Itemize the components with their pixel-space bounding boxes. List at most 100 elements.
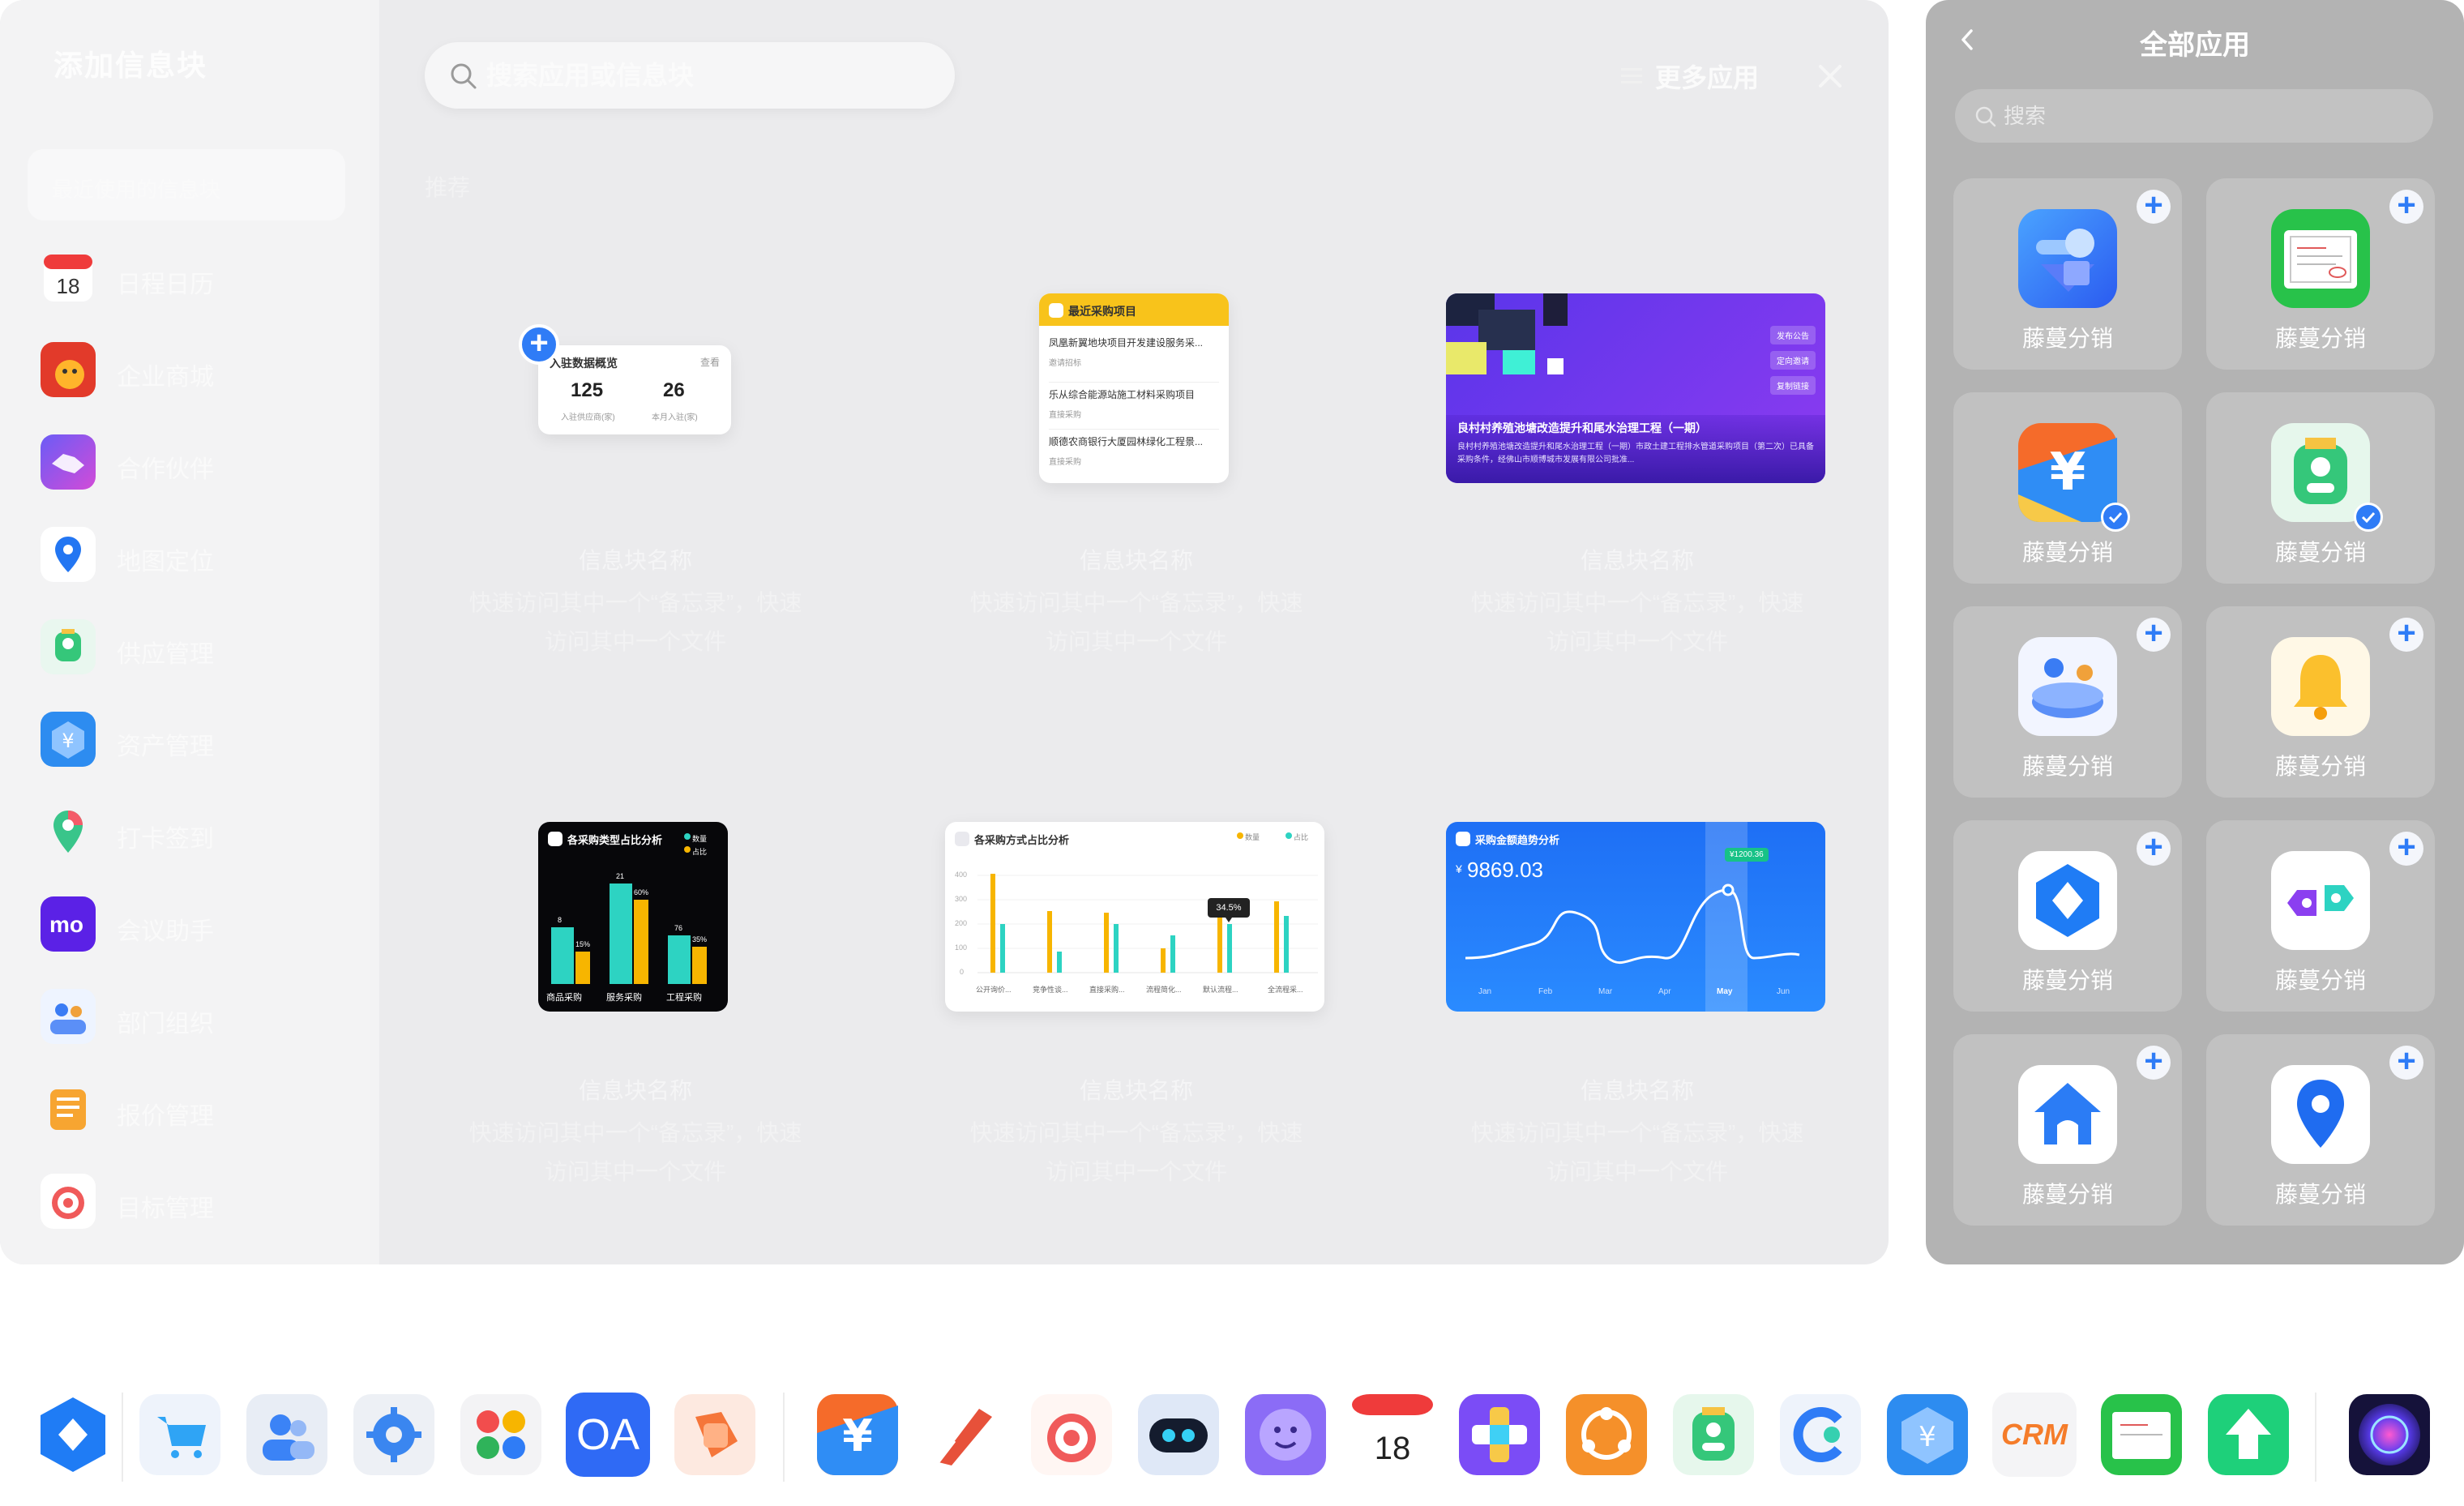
add-widget-panel: 添加信息块 最近使用的信息块 18 日程日历 企业商城 合作伙伴 地图定位 供应… xyxy=(0,0,1889,1264)
settings-gear-icon[interactable] xyxy=(352,1393,436,1477)
share-icon[interactable] xyxy=(1564,1393,1649,1477)
sidebar-item-supplier[interactable]: 供应管理 xyxy=(39,614,363,679)
app-tile[interactable]: 藤蔓分销 + xyxy=(1953,820,2182,1012)
dock-separator xyxy=(122,1393,123,1482)
widget-title: 最近采购项目 xyxy=(1068,305,1136,318)
app-tile[interactable]: 藤蔓分销 + xyxy=(2206,820,2435,1012)
sidebar-item-mall[interactable]: 企业商城 xyxy=(39,337,363,402)
list-item[interactable]: 乐从综合能源站施工材料采购项目 直接采购 xyxy=(1049,383,1219,430)
sidebar-item-asset[interactable]: ¥ 资产管理 xyxy=(39,707,363,772)
yuan-app-icon[interactable]: ¥ xyxy=(815,1393,900,1477)
widget-project-banner[interactable]: 发布公告 定向邀请 复制链接 良村村养殖池塘改造提升和尾水治理工程（一期） 良村… xyxy=(1446,293,1825,483)
home-app-icon xyxy=(2018,1065,2117,1164)
apps-search-input[interactable] xyxy=(2004,101,2409,131)
cart-icon[interactable] xyxy=(138,1393,222,1477)
puzzle-icon[interactable] xyxy=(1457,1393,1542,1477)
add-widget-button[interactable]: + xyxy=(519,324,559,365)
search-icon xyxy=(451,63,477,89)
widget-recent-procurement[interactable]: 最近采购项目 凤凰新翼地块项目开发建设服务采... 邀请招标 乐从综合能源站施工… xyxy=(1039,293,1229,483)
contacts-icon[interactable] xyxy=(245,1393,329,1477)
app-label: 藤蔓分销 xyxy=(2021,968,2113,993)
widget-category-sidebar: 添加信息块 最近使用的信息块 18 日程日历 企业商城 合作伙伴 地图定位 供应… xyxy=(0,0,379,1264)
list-item[interactable]: 顺德农商银行大厦园林绿化工程景... 直接采购 xyxy=(1049,430,1219,477)
app-logo-icon xyxy=(1049,303,1063,318)
widget-amount-trend[interactable]: 采购金额趋势分析 ¥ 9869.03 ¥1200.36 Jan Feb Mar … xyxy=(1446,822,1825,1012)
sidebar-item-quote[interactable]: 报价管理 xyxy=(39,1076,363,1141)
target-icon[interactable] xyxy=(1029,1393,1114,1477)
add-app-button[interactable]: + xyxy=(2137,617,2171,652)
app-tile[interactable]: 藤蔓分销 + xyxy=(2206,606,2435,798)
widget-search[interactable] xyxy=(425,42,955,109)
widget-desc: 快速访问其中一个“备忘录”，快速访问其中一个文件 xyxy=(468,1120,802,1184)
widget-entry-overview[interactable]: 入驻数据概览 查看 125 入驻供应商(家) 26 本月入驻(家) xyxy=(538,345,731,434)
publish-notice-button[interactable]: 发布公告 xyxy=(1770,326,1816,344)
section-label-recommended: 推荐 xyxy=(425,175,471,200)
add-app-button[interactable]: + xyxy=(2137,831,2171,866)
add-app-button[interactable]: + xyxy=(2389,189,2423,224)
widget-gallery: 更多应用 推荐 入驻数据概览 查看 125 入驻供应商(家) 26 本月入驻(家… xyxy=(379,0,1889,1264)
bar-ratio xyxy=(634,900,648,984)
invoice-app-icon[interactable] xyxy=(2099,1393,2184,1477)
copy-link-button[interactable]: 复制链接 xyxy=(1770,376,1816,395)
sidebar-item-recent[interactable]: 最近使用的信息块 xyxy=(28,149,345,220)
sidebar-item-meeting[interactable]: mo 会议助手 xyxy=(39,892,363,956)
hexagon-app-icon[interactable] xyxy=(31,1393,115,1477)
sidebar-item-org[interactable]: 部门组织 xyxy=(39,984,363,1049)
calendar-icon[interactable]: 18 xyxy=(1350,1393,1435,1477)
app-label: 藤蔓分销 xyxy=(2274,326,2366,351)
sidebar-item-checkin[interactable]: 打卡签到 xyxy=(39,799,363,864)
tag-icon[interactable] xyxy=(673,1393,757,1477)
sidebar-item-calendar[interactable]: 18 日程日历 xyxy=(39,245,363,310)
sidebar-item-partner[interactable]: 合作伙伴 xyxy=(39,430,363,494)
app-tile[interactable]: 藤蔓分销 + xyxy=(1953,606,2182,798)
orb-icon[interactable] xyxy=(2347,1393,2432,1477)
quill-icon[interactable] xyxy=(922,1393,1007,1477)
category-label: 流程简化... xyxy=(1146,986,1182,994)
add-app-button[interactable]: + xyxy=(2389,617,2423,652)
app-tile[interactable]: 藤蔓分销 xyxy=(2206,392,2435,584)
app-tile[interactable]: ¥ 藤蔓分销 xyxy=(1953,392,2182,584)
add-app-button[interactable]: + xyxy=(2137,189,2171,224)
asset-yuan-icon[interactable]: ¥ xyxy=(1885,1393,1970,1477)
list-item[interactable]: 凤凰新翼地块项目开发建设服务采... 邀请招标 xyxy=(1049,336,1219,383)
add-app-button[interactable]: + xyxy=(2137,1045,2171,1080)
widget-name: 信息块名称 xyxy=(578,1078,692,1103)
app-grid-icon[interactable] xyxy=(459,1393,543,1477)
upload-arrow-icon[interactable] xyxy=(2206,1393,2291,1477)
widget-type-bar-chart[interactable]: 各采购类型占比分析 数量 占比 8 15% 21 60% 76 35% 商品采购… xyxy=(538,822,728,1012)
widget-method-bar-chart[interactable]: 各采购方式占比分析 数量 占比 400 300 200 100 0 34.5% … xyxy=(945,822,1324,1012)
sidebar-item-label: 合作伙伴 xyxy=(117,456,214,483)
widget-more-link[interactable]: 查看 xyxy=(700,355,720,369)
close-icon[interactable] xyxy=(1814,60,1846,92)
app-tile[interactable]: 藤蔓分销 + xyxy=(1953,178,2182,370)
app-tile[interactable]: 藤蔓分销 + xyxy=(2206,178,2435,370)
search-input[interactable] xyxy=(486,57,924,94)
widget-desc: 快速访问其中一个“备忘录”，快速访问其中一个文件 xyxy=(1470,590,1804,654)
app-tile[interactable]: 藤蔓分销 + xyxy=(2206,1034,2435,1226)
app-label: 藤蔓分销 xyxy=(2274,540,2366,565)
c-logo-icon[interactable] xyxy=(1778,1393,1863,1477)
apps-search[interactable] xyxy=(1955,89,2433,143)
sidebar-item-label: 地图定位 xyxy=(117,549,214,575)
sidebar-item-target[interactable]: 目标管理 xyxy=(39,1169,363,1234)
map-pin-icon xyxy=(53,811,83,853)
month-label-active: May xyxy=(1717,987,1733,996)
app-label: 藤蔓分销 xyxy=(2021,540,2113,565)
data-label: 60% xyxy=(634,888,649,896)
sidebar-item-label: 打卡签到 xyxy=(117,826,214,853)
supplier-badge-icon[interactable] xyxy=(1671,1393,1756,1477)
bar-ratio xyxy=(1227,924,1232,973)
add-app-button[interactable]: + xyxy=(2389,1045,2423,1080)
more-apps-button[interactable]: 更多应用 xyxy=(1619,57,1759,96)
sidebar-item-map[interactable]: 地图定位 xyxy=(39,522,363,587)
robot-icon[interactable] xyxy=(1136,1393,1221,1477)
stat-label: 入驻供应商(家) xyxy=(561,413,615,422)
crm-icon[interactable]: CRM xyxy=(1992,1393,2077,1477)
invite-button[interactable]: 定向邀请 xyxy=(1770,351,1816,370)
smile-icon[interactable] xyxy=(1243,1393,1328,1477)
widget-title: 入驻数据概览 xyxy=(550,357,618,370)
app-tile[interactable]: 藤蔓分销 + xyxy=(1953,1034,2182,1226)
asset-yuan-icon: ¥ xyxy=(41,712,96,767)
oa-icon[interactable]: OA xyxy=(566,1393,650,1477)
add-app-button[interactable]: + xyxy=(2389,831,2423,866)
